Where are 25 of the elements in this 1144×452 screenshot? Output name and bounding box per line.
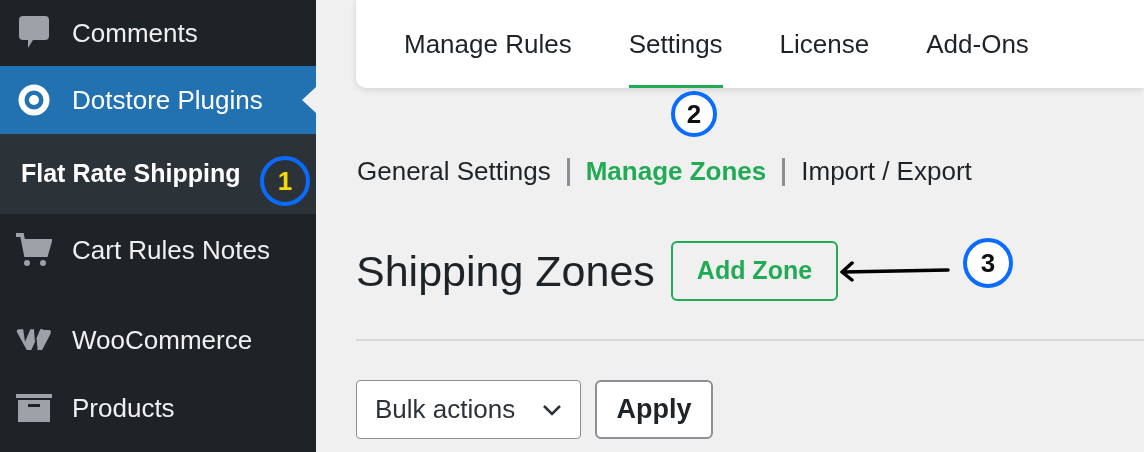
archive-icon bbox=[16, 394, 52, 422]
tab[interactable]: License bbox=[779, 0, 870, 88]
menu-item[interactable]: Dotstore Plugins bbox=[0, 66, 316, 134]
target-icon bbox=[16, 84, 52, 116]
woo-icon bbox=[16, 328, 52, 352]
tab[interactable]: Add-Ons bbox=[926, 0, 1029, 88]
comment-icon bbox=[16, 16, 52, 50]
menu-item[interactable]: Cart Rules Notes bbox=[0, 214, 316, 286]
cart-icon bbox=[16, 233, 52, 267]
subnav-link[interactable]: Import / Export bbox=[801, 152, 972, 191]
menu-item[interactable]: Products bbox=[0, 374, 316, 442]
tab[interactable]: Manage Rules bbox=[404, 0, 572, 88]
tab[interactable]: Settings bbox=[628, 0, 723, 88]
submenu-item[interactable]: Flat Rate Shipping bbox=[21, 155, 241, 193]
current-pointer bbox=[302, 87, 316, 113]
chevron-down-icon bbox=[542, 403, 562, 416]
step-badge: 1 bbox=[260, 156, 310, 206]
page-heading: Shipping Zones bbox=[356, 249, 655, 293]
step-badge: 2 bbox=[671, 91, 717, 137]
apply-button[interactable]: Apply bbox=[595, 380, 713, 439]
menu-item[interactable]: Comments bbox=[0, 0, 316, 66]
step-badge: 3 bbox=[963, 238, 1013, 288]
subnav-link[interactable]: General Settings bbox=[357, 152, 551, 191]
menu-item[interactable]: WooCommerce bbox=[0, 306, 316, 374]
bulk-actions-dropdown[interactable]: Bulk actions bbox=[356, 380, 581, 439]
